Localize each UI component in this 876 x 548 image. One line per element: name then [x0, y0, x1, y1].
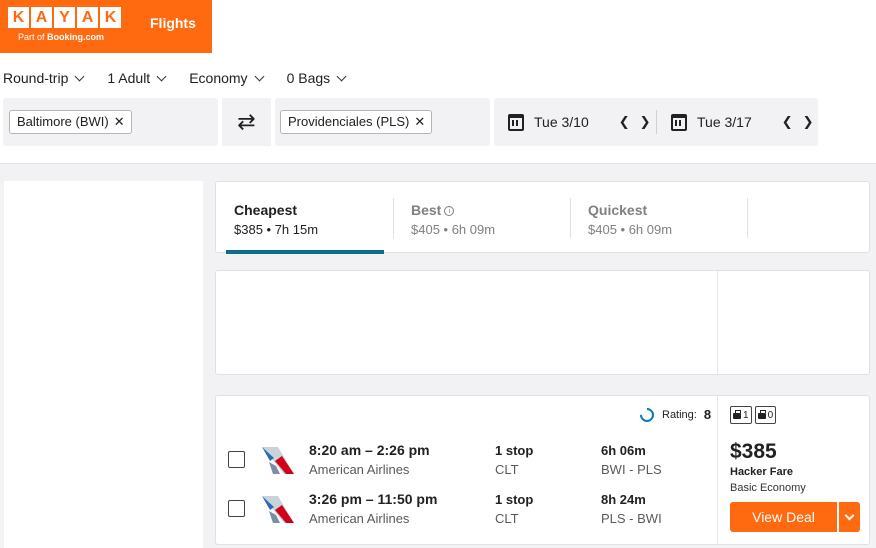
carry-on-bag-icon	[733, 410, 741, 419]
cabin-dropdown[interactable]: Economy	[189, 70, 265, 86]
flight-leg-outbound: 8:20 am – 2:26 pm American Airlines 1 st…	[216, 442, 716, 484]
trip-options: Round-trip 1 Adult Economy 0 Bags	[3, 70, 369, 86]
price-panel: 1 0 $385 Hacker Fare Basic Economy View …	[717, 396, 870, 544]
tab-label: Quickest	[588, 202, 648, 218]
leg-stops: 1 stop	[495, 492, 534, 507]
leg-stops: 1 stop	[495, 443, 534, 458]
logo-letter: A	[77, 7, 98, 28]
tab-detail: $405 • 6h 09m	[588, 222, 673, 237]
chevron-left-icon[interactable]: ❮	[782, 114, 793, 130]
view-deal-button[interactable]: View Deal	[730, 502, 837, 532]
active-tab-indicator	[226, 250, 384, 254]
ad-placeholder	[215, 270, 870, 376]
logo-letter: A	[31, 7, 52, 28]
carry-on-count: 1	[743, 409, 749, 421]
rating: Rating: 8	[637, 404, 712, 425]
swap-arrows-icon: ⇄	[237, 109, 256, 134]
loading-spinner-icon	[637, 404, 657, 425]
checked-count: 0	[767, 409, 774, 421]
depart-date: Tue 3/10	[534, 114, 589, 130]
chevron-down-icon	[844, 510, 855, 520]
destination-field[interactable]: Providenciales (PLS) ✕	[275, 98, 490, 146]
close-icon[interactable]: ✕	[114, 111, 125, 133]
rating-label: Rating:	[662, 408, 697, 421]
trip-type-dropdown[interactable]: Round-trip	[3, 70, 85, 86]
leg-airline: American Airlines	[309, 462, 410, 477]
travelers-label: 1 Adult	[107, 70, 151, 86]
travelers-dropdown[interactable]: 1 Adult	[107, 70, 167, 86]
leg-times: 8:20 am – 2:26 pm	[309, 442, 430, 458]
tab-flights[interactable]: Flights	[150, 15, 196, 31]
logo-subtitle: Part of Booking.com	[18, 32, 104, 42]
leg-times: 3:26 pm – 11:50 pm	[309, 491, 438, 507]
logo-letter: K	[8, 7, 29, 28]
tab-cheapest[interactable]: Cheapest $385 • 7h 15m	[216, 182, 393, 254]
leg-checkbox[interactable]	[228, 500, 245, 517]
bag-fees[interactable]: 1 0	[730, 406, 777, 424]
bags-dropdown[interactable]: 0 Bags	[286, 70, 347, 86]
leg-duration: 6h 06m	[601, 443, 646, 458]
fare-cabin: Basic Economy	[730, 482, 806, 494]
return-date-field[interactable]: Tue 3/17 ❮ ❯	[671, 98, 814, 146]
calendar-icon	[671, 113, 687, 131]
american-airlines-logo-icon	[262, 447, 294, 474]
leg-route: PLS - BWI	[601, 511, 662, 526]
chevron-right-icon[interactable]: ❯	[803, 114, 814, 130]
price: $385	[730, 440, 777, 463]
logo-sub-prefix: Part of	[18, 32, 48, 42]
leg-via: CLT	[495, 462, 519, 477]
return-date: Tue 3/17	[697, 114, 752, 130]
filters-panel	[4, 181, 203, 548]
chevron-left-icon[interactable]: ❮	[619, 114, 630, 130]
tab-label: Cheapest	[234, 202, 298, 218]
origin-field[interactable]: Baltimore (BWI) ✕	[3, 98, 218, 146]
destination-chip[interactable]: Providenciales (PLS) ✕	[280, 110, 433, 134]
chevron-down-icon	[74, 71, 85, 81]
leg-duration: 8h 24m	[601, 492, 646, 507]
chevron-down-icon	[336, 71, 347, 81]
divider	[717, 271, 718, 376]
close-icon[interactable]: ✕	[414, 111, 425, 133]
chevron-down-icon	[254, 71, 265, 81]
flight-leg-return: 3:26 pm – 11:50 pm American Airlines 1 s…	[216, 491, 716, 533]
cabin-label: Economy	[189, 70, 248, 86]
tab-best[interactable]: Best i $405 • 6h 09m	[393, 182, 570, 254]
kayak-logo[interactable]: K A Y A K	[8, 7, 121, 28]
leg-via: CLT	[495, 511, 519, 526]
logo-letter: K	[100, 7, 121, 28]
sort-tabs: Cheapest $385 • 7h 15m Best i $405 • 6h 0…	[215, 181, 870, 254]
tab-detail: $405 • 6h 09m	[411, 222, 496, 237]
tab-detail: $385 • 7h 15m	[234, 222, 319, 237]
bags-label: 0 Bags	[286, 70, 331, 86]
tab-label: Best	[411, 202, 442, 218]
origin-label: Baltimore (BWI)	[17, 114, 109, 129]
divider	[747, 198, 748, 238]
info-icon[interactable]: i	[444, 206, 455, 216]
leg-route: BWI - PLS	[601, 462, 662, 477]
origin-chip[interactable]: Baltimore (BWI) ✕	[9, 110, 132, 134]
fare-type: Hacker Fare	[730, 466, 793, 478]
carry-on-bag: 1	[730, 406, 752, 424]
calendar-icon	[508, 113, 524, 131]
destination-label: Providenciales (PLS)	[288, 114, 410, 129]
rating-value: 8	[703, 407, 712, 422]
logo-sub-brand: Booking.com	[47, 32, 105, 42]
leg-airline: American Airlines	[309, 511, 410, 526]
leg-checkbox[interactable]	[228, 451, 245, 468]
chevron-right-icon[interactable]: ❯	[640, 114, 651, 130]
view-deal-dropdown[interactable]	[839, 502, 860, 532]
chevron-down-icon	[156, 71, 167, 81]
result-card[interactable]: Rating: 8 8:20 am – 2:26 pm American Air…	[215, 395, 870, 545]
brand-bar: K A Y A K Part of Booking.com Flights	[0, 0, 212, 53]
tab-quickest[interactable]: Quickest $405 • 6h 09m	[570, 182, 747, 254]
swap-button[interactable]: ⇄	[222, 98, 271, 146]
logo-letter: Y	[54, 7, 75, 28]
american-airlines-logo-icon	[262, 496, 294, 523]
date-divider	[656, 110, 657, 134]
checked-bag: 0	[754, 406, 777, 424]
trip-type-label: Round-trip	[3, 70, 69, 86]
checked-bag-icon	[757, 410, 766, 419]
depart-date-field[interactable]: Tue 3/10 ❮ ❯	[508, 98, 651, 146]
